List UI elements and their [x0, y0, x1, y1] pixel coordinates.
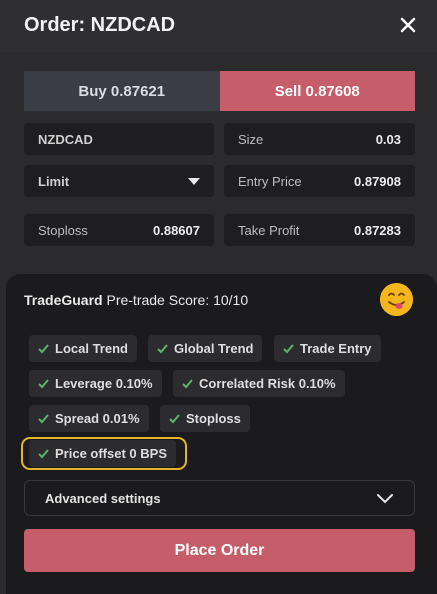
check-icon	[38, 414, 49, 424]
score-value: 10/10	[213, 292, 249, 308]
highlight-outline	[21, 437, 187, 470]
take-profit-field[interactable]: Take Profit 0.87283	[224, 214, 415, 246]
tradeguard-brand: TradeGuard	[24, 292, 103, 308]
order-modal: Order: NZDCAD Buy 0.87621 Sell 0.87608 N…	[0, 0, 437, 594]
check-label: Stoploss	[186, 411, 241, 426]
check-icon	[38, 379, 49, 389]
check-chip: Leverage 0.10%	[29, 370, 162, 397]
stoploss-label: Stoploss	[38, 222, 88, 238]
check-chip: Local Trend	[29, 335, 137, 362]
symbol-value: NZDCAD	[38, 131, 93, 147]
symbol-field[interactable]: NZDCAD	[24, 123, 214, 155]
check-label: Correlated Risk 0.10%	[199, 376, 336, 391]
caret-down-icon	[188, 177, 200, 185]
check-chip: Trade Entry	[274, 335, 381, 362]
tradeguard-score: TradeGuard Pre-trade Score: 10/10	[24, 292, 248, 308]
size-value: 0.03	[375, 131, 401, 147]
take-profit-label: Take Profit	[238, 222, 300, 238]
take-profit-value: 0.87283	[354, 222, 401, 238]
modal-title: Order: NZDCAD	[24, 14, 176, 36]
check-label: Trade Entry	[300, 341, 372, 356]
sell-button[interactable]: Sell 0.87608	[219, 71, 415, 111]
check-chip: Spread 0.01%	[29, 405, 149, 432]
buy-button[interactable]: Buy 0.87621	[24, 71, 220, 111]
advanced-settings-toggle[interactable]: Advanced settings	[24, 480, 415, 516]
score-label: Pre-trade Score:	[106, 292, 210, 308]
stoploss-value: 0.88607	[153, 222, 200, 238]
check-label: Leverage 0.10%	[55, 376, 153, 391]
order-type-value: Limit	[38, 173, 70, 189]
check-chip: Global Trend	[148, 335, 263, 362]
size-field[interactable]: Size 0.03	[224, 123, 415, 155]
entry-price-label: Entry Price	[238, 173, 302, 189]
check-label: Spread 0.01%	[55, 411, 140, 426]
check-icon	[157, 344, 168, 354]
check-icon	[283, 344, 294, 354]
stoploss-field[interactable]: Stoploss 0.88607	[24, 214, 214, 246]
chevron-down-icon	[377, 494, 393, 504]
check-icon	[182, 379, 193, 389]
check-label: Global Trend	[174, 341, 254, 356]
check-chip: Stoploss	[160, 405, 250, 432]
place-order-button[interactable]: Place Order	[24, 529, 415, 572]
smiling-face-tongue-icon	[380, 283, 413, 316]
size-label: Size	[238, 131, 264, 147]
modal-header: Order: NZDCAD	[0, 0, 437, 52]
order-type-select[interactable]: Limit	[24, 165, 214, 197]
side-toggle: Buy 0.87621 Sell 0.87608	[24, 71, 415, 111]
check-icon	[169, 414, 180, 424]
check-label: Local Trend	[55, 341, 128, 356]
entry-price-value: 0.87908	[354, 173, 401, 189]
close-icon[interactable]	[397, 14, 419, 36]
check-chip: Correlated Risk 0.10%	[173, 370, 345, 397]
advanced-settings-label: Advanced settings	[45, 490, 161, 506]
check-icon	[38, 344, 49, 354]
entry-price-field[interactable]: Entry Price 0.87908	[224, 165, 415, 197]
